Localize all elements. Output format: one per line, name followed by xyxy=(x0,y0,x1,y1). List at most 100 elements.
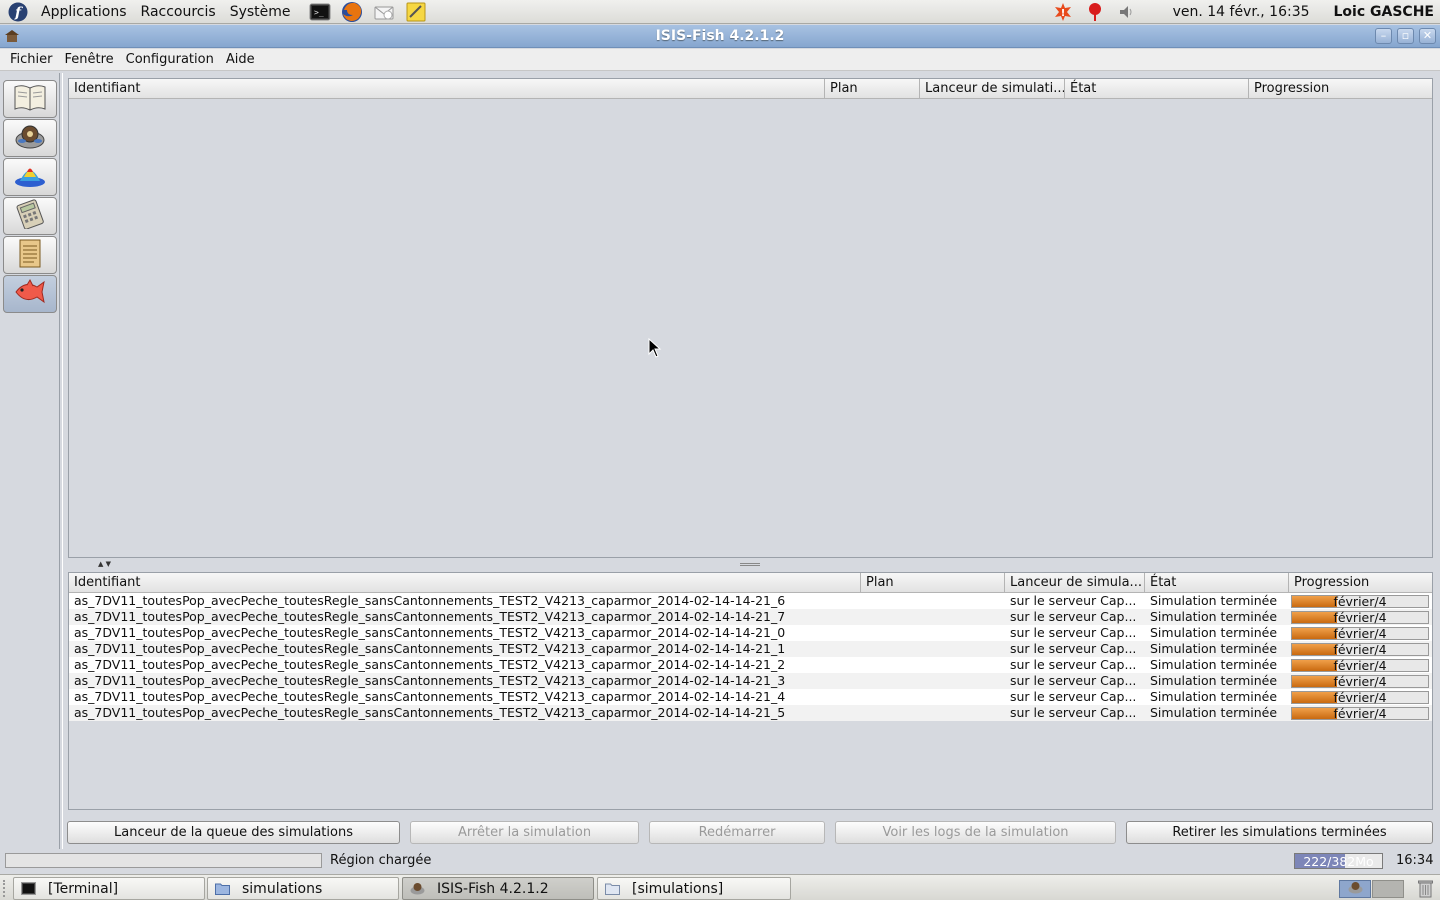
tool-database-button[interactable] xyxy=(3,80,57,118)
cell-etat: Simulation terminée xyxy=(1150,673,1278,688)
finished-table-body[interactable]: as_7DV11_toutesPop_avecPeche_toutesRegle… xyxy=(69,593,1432,721)
column-lanceur[interactable]: Lanceur de simula... xyxy=(1005,573,1145,592)
workspace-2[interactable] xyxy=(1372,880,1404,898)
tool-simulation-button[interactable] xyxy=(3,119,57,157)
cell-plan xyxy=(861,689,1005,705)
task-simulations-folder[interactable]: simulations xyxy=(207,877,399,900)
menu-configuration[interactable]: Configuration xyxy=(120,49,220,71)
trash-icon[interactable] xyxy=(1417,879,1434,900)
panel-menu-applications[interactable]: Applications xyxy=(34,0,134,24)
maximize-button[interactable]: ▫ xyxy=(1397,28,1414,44)
task-label: simulations xyxy=(242,880,323,897)
cell-plan xyxy=(861,673,1005,689)
cell-etat: Simulation terminée xyxy=(1150,689,1278,704)
progress-text: février/4 xyxy=(1333,610,1387,625)
cell-progression: février/4 xyxy=(1289,641,1432,657)
fedora-icon[interactable]: f xyxy=(6,1,30,23)
notes-icon[interactable] xyxy=(404,1,428,23)
terminal-icon[interactable]: >_ xyxy=(308,1,332,23)
tool-scripts-button[interactable] xyxy=(3,236,57,274)
minimize-button[interactable]: – xyxy=(1375,28,1392,44)
column-lanceur[interactable]: Lanceur de simulati... xyxy=(920,79,1065,98)
split-grip-icon[interactable] xyxy=(740,563,760,566)
task-label: [simulations] xyxy=(632,880,724,897)
window-title: ISIS-Fish 4.2.1.2 xyxy=(655,28,785,44)
status-text: Région chargée xyxy=(330,853,432,868)
show-desktop-icon[interactable] xyxy=(3,880,8,897)
volume-icon[interactable] xyxy=(1115,1,1139,23)
table-row[interactable]: as_7DV11_toutesPop_avecPeche_toutesRegle… xyxy=(69,689,1432,705)
cell-identifiant: as_7DV11_toutesPop_avecPeche_toutesRegle… xyxy=(74,593,786,608)
tool-sensitivity-button[interactable] xyxy=(3,197,57,235)
firefox-icon[interactable] xyxy=(340,1,364,23)
finished-table[interactable]: Identifiant Plan Lanceur de simula... Ét… xyxy=(68,572,1433,810)
column-progression[interactable]: Progression xyxy=(1249,79,1432,98)
table-row[interactable]: as_7DV11_toutesPop_avecPeche_toutesRegle… xyxy=(69,641,1432,657)
tool-results-button[interactable] xyxy=(3,158,57,196)
table-row[interactable]: as_7DV11_toutesPop_avecPeche_toutesRegle… xyxy=(69,705,1432,721)
column-etat[interactable]: État xyxy=(1065,79,1249,98)
menu-fichier[interactable]: Fichier xyxy=(4,49,59,71)
panel-menu-systeme[interactable]: Système xyxy=(223,0,298,24)
cell-identifiant: as_7DV11_toutesPop_avecPeche_toutesRegle… xyxy=(74,673,786,688)
progress-bar: février/4 xyxy=(1291,674,1429,689)
finished-table-header: Identifiant Plan Lanceur de simula... Ét… xyxy=(69,573,1432,593)
progress-text: février/4 xyxy=(1333,594,1387,609)
close-button[interactable]: ✕ xyxy=(1419,28,1436,44)
progress-bar: février/4 xyxy=(1291,626,1429,641)
user-name[interactable]: Loic GASCHE xyxy=(1334,4,1434,20)
cell-plan xyxy=(861,625,1005,641)
cell-progression: février/4 xyxy=(1289,609,1432,625)
cell-progression: février/4 xyxy=(1289,673,1432,689)
cell-etat: Simulation terminée xyxy=(1150,705,1278,720)
notepad-icon xyxy=(12,237,48,273)
task-terminal[interactable]: [Terminal] xyxy=(13,877,205,900)
panel-menu-raccourcis[interactable]: Raccourcis xyxy=(134,0,223,24)
table-row[interactable]: as_7DV11_toutesPop_avecPeche_toutesRegle… xyxy=(69,625,1432,641)
column-progression[interactable]: Progression xyxy=(1289,573,1432,592)
menu-aide[interactable]: Aide xyxy=(220,49,261,71)
launch-queue-button[interactable]: Lanceur de la queue des simulations xyxy=(67,821,400,844)
update-alert-icon[interactable]: ! xyxy=(1051,1,1075,23)
split-pane-divider[interactable]: ▲ ▼ xyxy=(68,559,1433,571)
table-row[interactable]: as_7DV11_toutesPop_avecPeche_toutesRegle… xyxy=(69,593,1432,609)
table-row[interactable]: as_7DV11_toutesPop_avecPeche_toutesRegle… xyxy=(69,609,1432,625)
stop-simulation-button[interactable]: Arrêter la simulation xyxy=(410,821,639,844)
column-identifiant[interactable]: Identifiant xyxy=(69,573,861,592)
cell-lanceur: sur le serveur Cap... xyxy=(1010,609,1137,624)
progress-bar: février/4 xyxy=(1291,594,1429,609)
tool-queue-button[interactable] xyxy=(3,275,57,313)
column-etat[interactable]: État xyxy=(1145,573,1289,592)
task-simulations-folder-2[interactable]: [simulations] xyxy=(597,877,791,900)
menu-fenetre[interactable]: Fenêtre xyxy=(59,49,120,71)
fish-simulator-icon xyxy=(12,120,48,156)
network-alert-icon[interactable] xyxy=(1083,1,1107,23)
cell-plan xyxy=(861,657,1005,673)
cell-etat: Simulation terminée xyxy=(1150,625,1278,640)
cell-identifiant: as_7DV11_toutesPop_avecPeche_toutesRegle… xyxy=(74,657,786,672)
cell-etat: Simulation terminée xyxy=(1150,657,1278,672)
window-titlebar[interactable]: ISIS-Fish 4.2.1.2 – ▫ ✕ xyxy=(0,25,1440,48)
cell-plan xyxy=(861,593,1005,609)
column-plan[interactable]: Plan xyxy=(861,573,1005,592)
task-isis-fish[interactable]: ISIS-Fish 4.2.1.2 xyxy=(402,877,594,900)
workspace-1[interactable] xyxy=(1339,880,1371,898)
cell-progression: février/4 xyxy=(1289,657,1432,673)
memory-usage-bar[interactable]: 222/382Mo xyxy=(1294,853,1383,869)
column-identifiant[interactable]: Identifiant xyxy=(69,79,825,98)
restart-button[interactable]: Redémarrer xyxy=(649,821,825,844)
split-arrows-icon[interactable]: ▲ ▼ xyxy=(98,560,111,568)
view-logs-button[interactable]: Voir les logs de la simulation xyxy=(835,821,1116,844)
table-row[interactable]: as_7DV11_toutesPop_avecPeche_toutesRegle… xyxy=(69,657,1432,673)
column-plan[interactable]: Plan xyxy=(825,79,920,98)
remove-finished-button[interactable]: Retirer les simulations terminées xyxy=(1126,821,1433,844)
mail-icon[interactable] xyxy=(372,1,396,23)
progress-text: février/4 xyxy=(1333,626,1387,641)
left-toolbar xyxy=(3,80,59,314)
clock[interactable]: ven. 14 févr., 16:35 xyxy=(1173,4,1310,20)
3d-plot-icon xyxy=(12,160,48,194)
cell-plan xyxy=(861,609,1005,625)
queue-table[interactable]: Identifiant Plan Lanceur de simulati... … xyxy=(68,78,1433,558)
cell-identifiant: as_7DV11_toutesPop_avecPeche_toutesRegle… xyxy=(74,625,786,640)
table-row[interactable]: as_7DV11_toutesPop_avecPeche_toutesRegle… xyxy=(69,673,1432,689)
